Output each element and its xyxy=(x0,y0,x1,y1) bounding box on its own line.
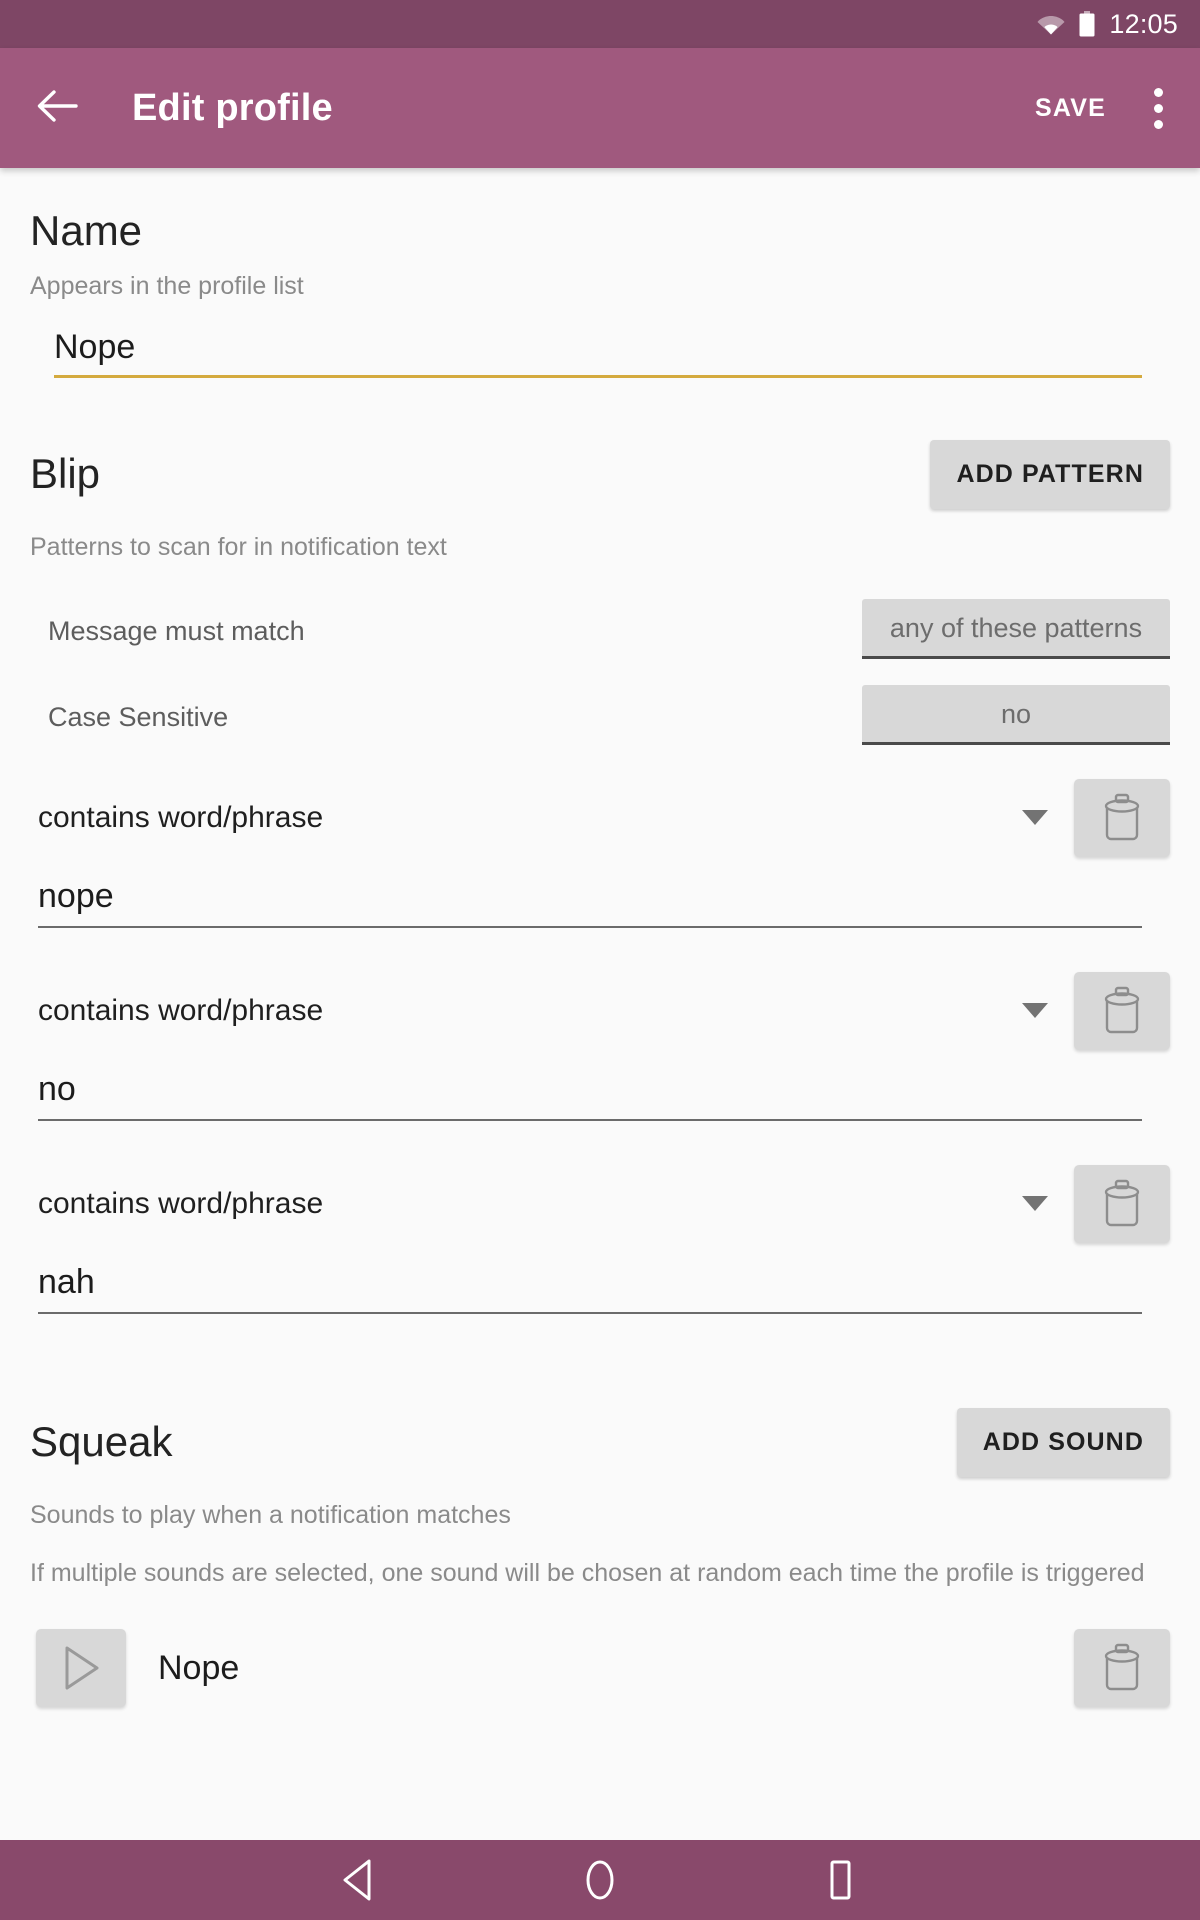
status-time: 12:05 xyxy=(1109,8,1178,39)
pattern-row: contains word/phrase xyxy=(30,971,1170,1121)
squeak-random-note: If multiple sounds are selected, one sou… xyxy=(30,1559,1145,1588)
blip-section-subtitle: Patterns to scan for in notification tex… xyxy=(30,532,447,561)
name-section-title: Name xyxy=(30,207,143,254)
status-bar: 12:05 xyxy=(0,0,1200,48)
blip-section: Blip ADD PATTERN Patterns to scan for in… xyxy=(30,378,1170,1314)
back-arrow-icon[interactable] xyxy=(34,83,80,134)
pattern-row: contains word/phrase xyxy=(30,778,1170,928)
pattern-value-wrapper xyxy=(38,1069,1142,1121)
add-pattern-button[interactable]: ADD PATTERN xyxy=(930,439,1170,509)
chevron-down-icon[interactable] xyxy=(1022,1003,1048,1018)
pattern-value-input[interactable] xyxy=(38,1262,1142,1302)
message-must-match-row: Message must match any of these patterns xyxy=(30,598,1170,659)
name-input-wrapper xyxy=(54,327,1142,378)
pattern-value-input[interactable] xyxy=(38,876,1142,916)
message-must-match-label: Message must match xyxy=(48,615,305,646)
blip-header-row: Blip ADD PATTERN xyxy=(30,439,1170,509)
case-sensitive-row: Case Sensitive no xyxy=(30,684,1170,745)
delete-pattern-button[interactable] xyxy=(1074,1164,1170,1243)
name-input[interactable] xyxy=(54,327,1142,367)
phone-screen: 12:05 Edit profile SAVE Name Appears in … xyxy=(0,0,1200,1920)
message-must-match-spinner[interactable]: any of these patterns xyxy=(862,598,1170,659)
pattern-row: contains word/phrase xyxy=(30,1164,1170,1314)
delete-pattern-button[interactable] xyxy=(1074,778,1170,857)
pattern-type-label[interactable]: contains word/phrase xyxy=(38,1187,1022,1221)
overflow-menu-icon[interactable] xyxy=(1138,83,1178,133)
play-sound-button[interactable] xyxy=(36,1629,126,1708)
delete-pattern-button[interactable] xyxy=(1074,971,1170,1050)
name-section-subtitle: Appears in the profile list xyxy=(30,272,304,300)
squeak-header-row: Squeak ADD SOUND xyxy=(30,1407,1170,1477)
wifi-icon xyxy=(1037,13,1065,35)
sound-row: Nope xyxy=(30,1629,1170,1708)
blip-section-title: Blip xyxy=(30,450,101,498)
pattern-type-row: contains word/phrase xyxy=(30,971,1170,1050)
delete-sound-button[interactable] xyxy=(1074,1629,1170,1708)
nav-back-icon[interactable] xyxy=(325,1845,395,1915)
pattern-type-label[interactable]: contains word/phrase xyxy=(38,994,1022,1028)
pattern-type-label[interactable]: contains word/phrase xyxy=(38,801,1022,835)
case-sensitive-label: Case Sensitive xyxy=(48,701,229,732)
squeak-section-subtitle: Sounds to play when a notification match… xyxy=(30,1500,511,1529)
case-sensitive-spinner[interactable]: no xyxy=(862,684,1170,745)
sound-name-label: Nope xyxy=(158,1648,240,1687)
name-section: Name Appears in the profile list xyxy=(30,168,1170,378)
chevron-down-icon[interactable] xyxy=(1022,810,1048,825)
pattern-type-row: contains word/phrase xyxy=(30,1164,1170,1243)
squeak-section-title: Squeak xyxy=(30,1418,173,1465)
save-button[interactable]: SAVE xyxy=(1021,84,1120,133)
content-scroll-area: Name Appears in the profile list Blip AD… xyxy=(0,168,1200,1840)
pattern-type-row: contains word/phrase xyxy=(30,778,1170,857)
pattern-value-input[interactable] xyxy=(38,1069,1142,1109)
nav-home-icon[interactable] xyxy=(565,1845,635,1915)
pattern-list: contains word/phrase nope contains word/… xyxy=(30,778,1170,1314)
battery-icon xyxy=(1079,11,1095,37)
chevron-down-icon[interactable] xyxy=(1022,1196,1048,1211)
pattern-value-wrapper xyxy=(38,876,1142,928)
status-icons: 12:05 xyxy=(1037,9,1178,40)
squeak-section: Squeak ADD SOUND Sounds to play when a n… xyxy=(30,1358,1170,1708)
page-title: Edit profile xyxy=(132,86,333,129)
nav-recents-icon[interactable] xyxy=(805,1845,875,1915)
app-bar: Edit profile SAVE xyxy=(0,48,1200,168)
pattern-value-wrapper xyxy=(38,1262,1142,1314)
add-sound-button[interactable]: ADD SOUND xyxy=(956,1407,1170,1477)
android-nav-bar xyxy=(0,1840,1200,1920)
